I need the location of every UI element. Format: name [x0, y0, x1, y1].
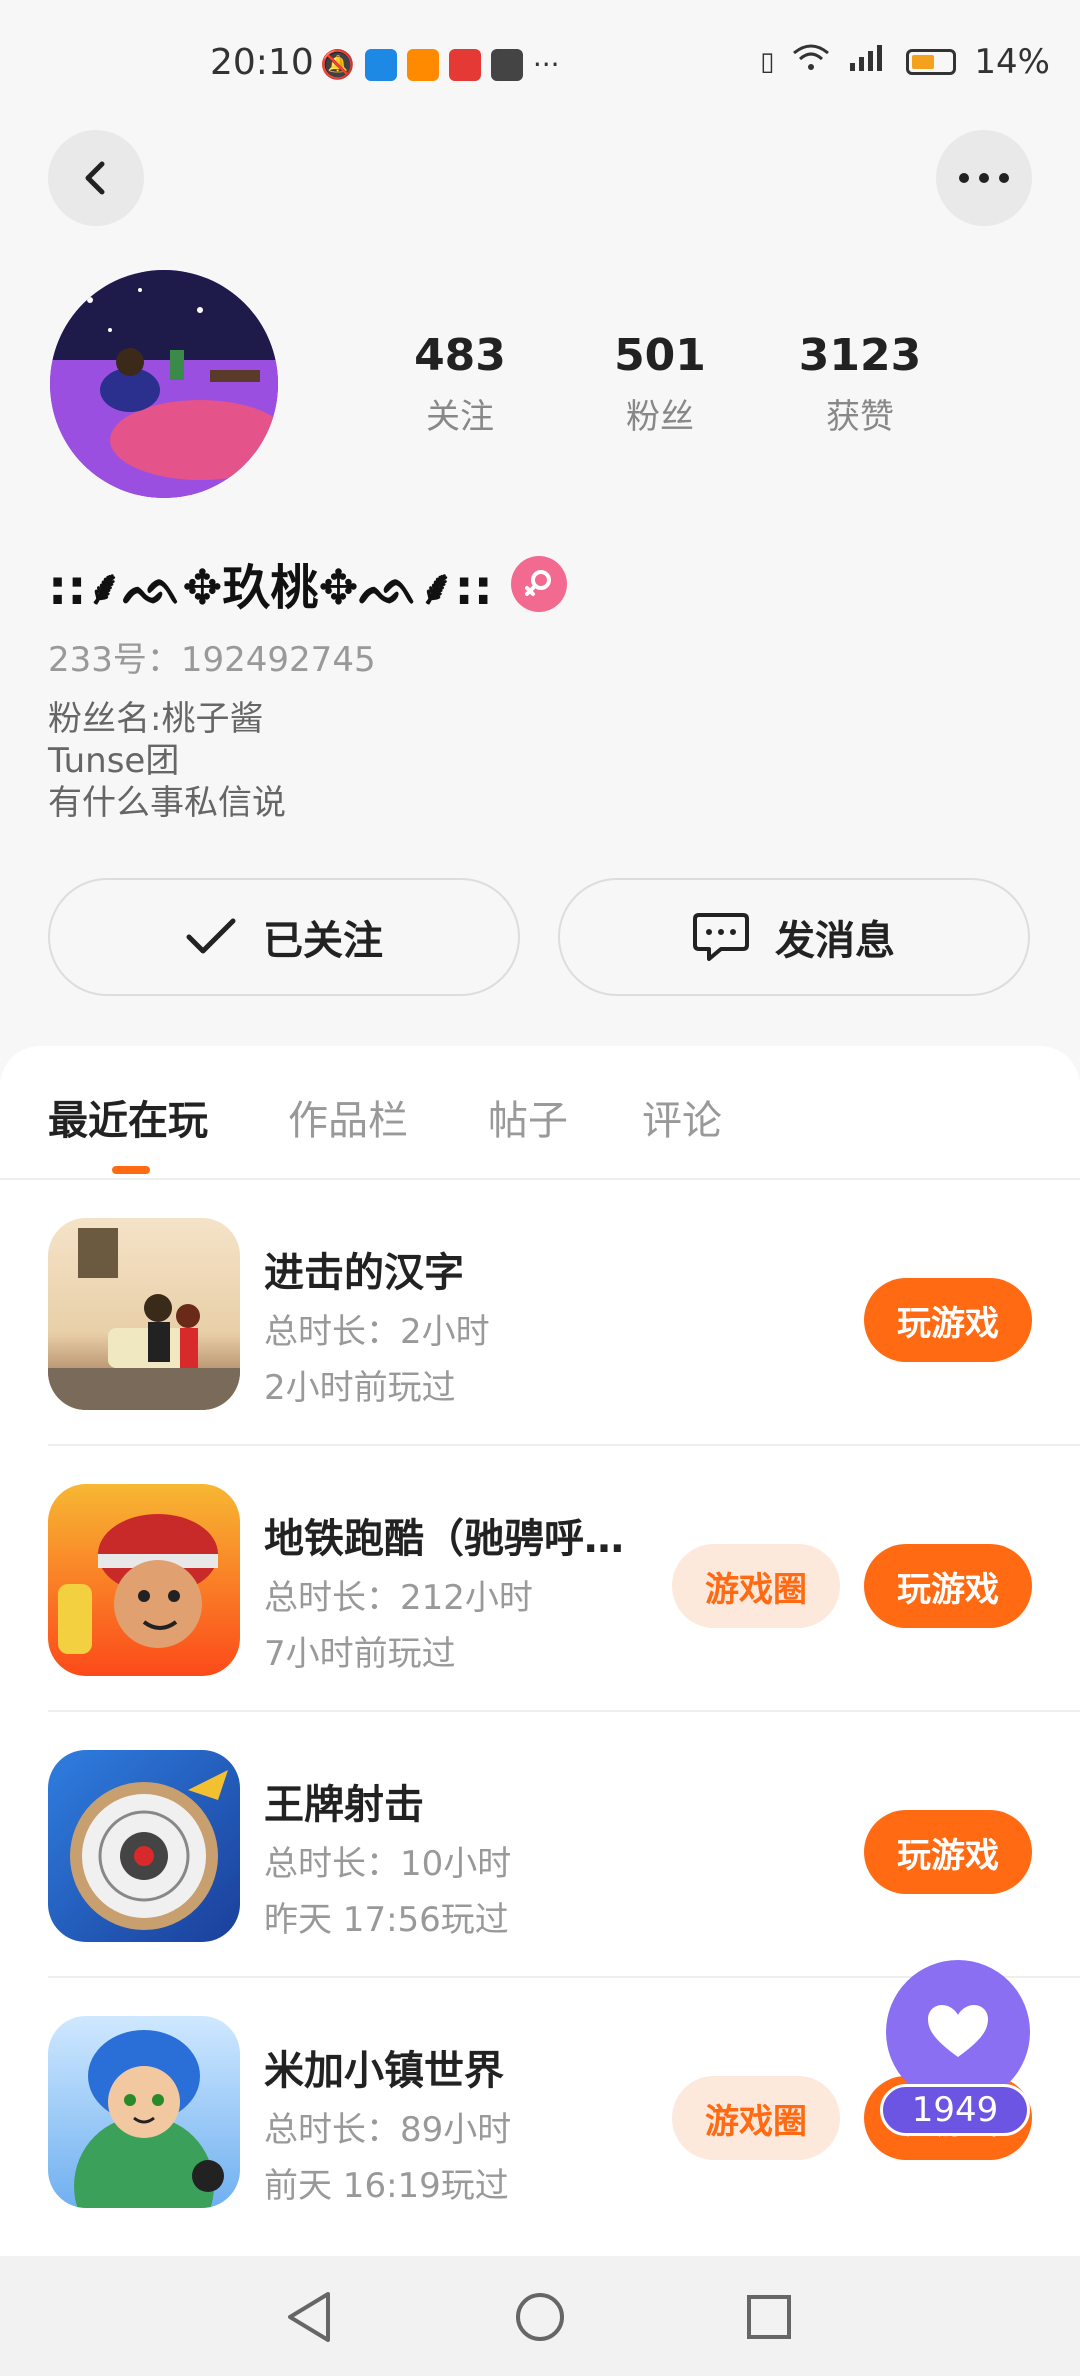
status-bar: 20:10 🔕 ··· ▯ 14%	[0, 0, 1080, 130]
game-icon	[48, 1484, 240, 1676]
chat-bubble-icon	[693, 913, 749, 961]
game-last-played: 2小时前玩过	[264, 1368, 456, 1408]
stat-likes[interactable]: 3123 获赞	[760, 330, 960, 438]
game-list-item[interactable]: 王牌射击 总时长：10小时 昨天 17:56玩过 玩游戏	[0, 1712, 1080, 1978]
game-circle-button[interactable]: 游戏圈	[672, 2076, 840, 2160]
game-name: 进击的汉字	[264, 1250, 464, 1296]
game-duration: 总时长：89小时	[264, 2110, 512, 2150]
stat-number: 501	[614, 330, 706, 381]
bio-line: 粉丝名:桃子酱	[48, 699, 264, 739]
nickname: ::⸙ᨒ✥玖桃✥ᨒ⸙::	[48, 560, 493, 616]
female-gender-icon	[510, 555, 567, 612]
system-nav-bar	[0, 2256, 1080, 2376]
game-name: 地铁跑酷（驰骋呼…	[264, 1516, 624, 1562]
circle-home-icon	[516, 2293, 564, 2341]
stat-following[interactable]: 483 关注	[360, 330, 560, 438]
user-id: 233号：192492745	[48, 640, 376, 680]
game-duration: 总时长：10小时	[264, 1844, 512, 1884]
wifi-icon	[792, 42, 830, 82]
stat-number: 3123	[798, 330, 922, 381]
nav-recents-button[interactable]	[734, 2282, 804, 2352]
square-recents-icon	[747, 2295, 791, 2339]
weather-app-icon	[364, 48, 397, 81]
stat-fans[interactable]: 501 粉丝	[560, 330, 760, 438]
battery-percent: 14%	[974, 42, 1050, 82]
tab-bar: 最近在玩 作品栏 帖子 评论	[0, 1046, 1080, 1180]
status-time: 20:10	[210, 42, 314, 83]
send-message-label: 发消息	[775, 918, 895, 964]
game-last-played: 前天 16:19玩过	[264, 2166, 509, 2206]
back-button[interactable]	[48, 130, 144, 226]
battery-icon	[906, 49, 957, 75]
bio-line: 有什么事私信说	[48, 783, 286, 823]
bio-line: Tunse团	[48, 741, 180, 781]
play-game-button[interactable]: 玩游戏	[864, 1810, 1032, 1894]
mute-icon: 🔕	[320, 48, 355, 81]
game-icon	[48, 1750, 240, 1942]
followed-label: 已关注	[263, 918, 383, 964]
followed-button[interactable]: 已关注	[48, 878, 520, 996]
video-app-icon	[406, 48, 439, 81]
game-name: 王牌射击	[264, 1782, 424, 1828]
game-list-item[interactable]: 地铁跑酷（驰骋呼… 总时长：212小时 7小时前玩过 游戏圈 玩游戏	[0, 1446, 1080, 1712]
game-icon	[48, 2016, 240, 2208]
stat-number: 483	[414, 330, 506, 381]
stat-label: 获赞	[826, 397, 894, 437]
play-game-button[interactable]: 玩游戏	[864, 1278, 1032, 1362]
like-fab-button[interactable]	[886, 1960, 1030, 2104]
game-last-played: 昨天 17:56玩过	[264, 1900, 509, 1940]
system-status: ▯ 14%	[760, 42, 1050, 82]
checkmark-icon	[186, 918, 236, 954]
profile-stats: 483 关注 501 粉丝 3123 获赞	[360, 330, 960, 438]
more-button[interactable]	[936, 130, 1032, 226]
nav-back-button[interactable]	[274, 2282, 344, 2352]
triangle-back-icon	[288, 2292, 330, 2342]
game-circle-button[interactable]: 游戏圈	[672, 1544, 840, 1628]
like-count-badge: 1949	[880, 2084, 1030, 2136]
game-duration: 总时长：2小时	[264, 1312, 490, 1352]
play-game-button[interactable]: 玩游戏	[864, 1544, 1032, 1628]
heart-icon	[928, 2005, 988, 2057]
bio: 粉丝名:桃子酱 Tunse团 有什么事私信说	[48, 698, 286, 824]
vibrate-icon: ▯	[760, 47, 775, 77]
send-message-button[interactable]: 发消息	[558, 878, 1030, 996]
profile-nickname-row: ::⸙ᨒ✥玖桃✥ᨒ⸙::	[48, 548, 567, 619]
tab-works[interactable]: 作品栏	[288, 1088, 408, 1146]
mail-app-icon	[490, 48, 523, 81]
tab-recently-played[interactable]: 最近在玩	[48, 1088, 208, 1146]
tab-comments[interactable]: 评论	[642, 1088, 722, 1146]
tab-posts[interactable]: 帖子	[488, 1088, 568, 1146]
nav-home-button[interactable]	[505, 2282, 575, 2352]
tab-indicator	[112, 1166, 150, 1174]
chevron-left-icon	[85, 161, 105, 195]
stat-label: 粉丝	[626, 397, 694, 437]
avatar[interactable]	[50, 270, 278, 498]
notification-icons: 🔕 ···	[320, 48, 560, 81]
more-icon: ···	[532, 48, 560, 81]
game-duration: 总时长：212小时	[264, 1578, 533, 1618]
4g-signal-icon	[848, 42, 888, 82]
stat-label: 关注	[426, 397, 494, 437]
game-list-item[interactable]: 进击的汉字 总时长：2小时 2小时前玩过 玩游戏	[0, 1180, 1080, 1446]
more-dots-icon	[959, 173, 1009, 183]
huawei-app-icon	[448, 48, 481, 81]
game-icon	[48, 1218, 240, 1410]
game-last-played: 7小时前玩过	[264, 1634, 456, 1674]
game-name: 米加小镇世界	[264, 2048, 504, 2094]
